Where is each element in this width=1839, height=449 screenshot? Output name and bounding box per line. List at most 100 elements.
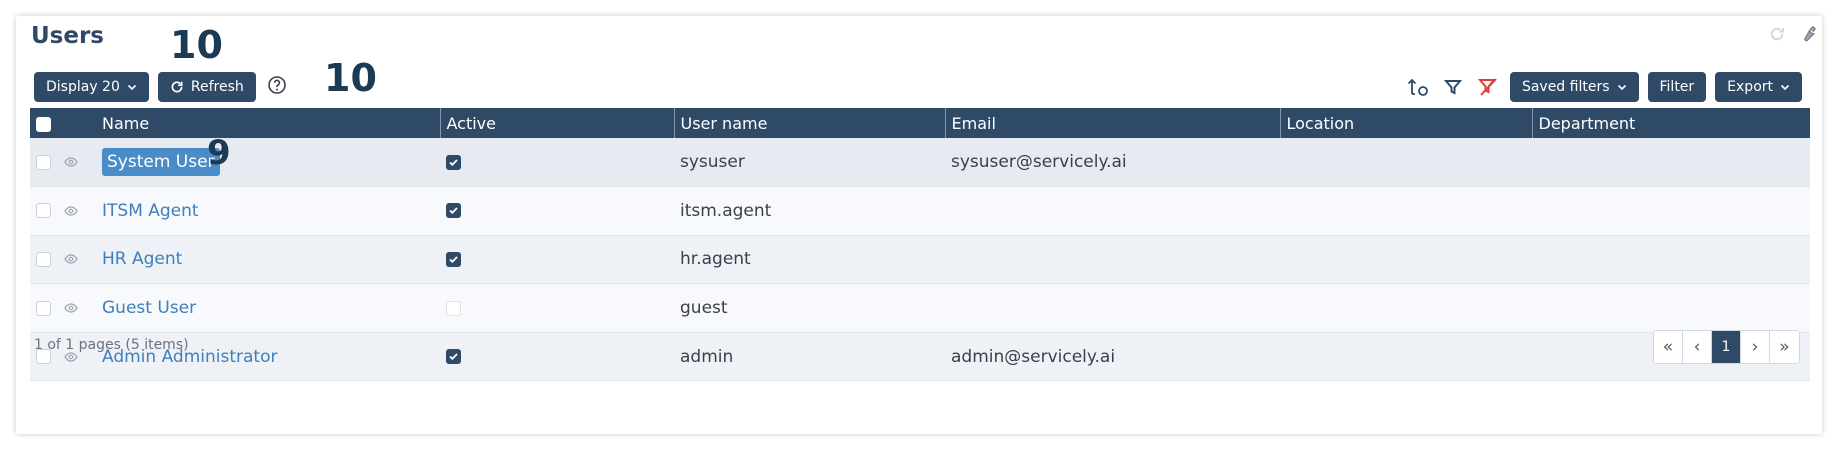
active-checkbox-unchecked — [446, 300, 461, 316]
row-checkbox[interactable] — [36, 154, 51, 170]
annotation-row-marker: 9 — [207, 133, 231, 173]
sort-icon[interactable] — [1405, 72, 1431, 102]
department-cell — [1532, 284, 1810, 333]
annotation-help-count: 10 — [324, 56, 377, 100]
column-header-active[interactable]: Active — [440, 108, 675, 138]
page-title: Users — [31, 23, 104, 49]
filter-icon[interactable] — [1440, 72, 1466, 102]
row-preview-cell — [58, 235, 96, 284]
export-button[interactable]: Export — [1715, 72, 1802, 102]
refresh-label: Refresh — [190, 79, 244, 95]
username-cell: itsm.agent — [680, 200, 772, 221]
saved-filters-label: Saved filters — [1521, 79, 1610, 95]
email-cell: sysuser@servicely.ai — [951, 152, 1127, 173]
department-cell — [1532, 187, 1810, 236]
username-cell: guest — [680, 298, 728, 319]
column-header-department[interactable]: Department — [1532, 108, 1810, 138]
first-page-button[interactable]: « — [1654, 331, 1683, 363]
email-cell: admin@servicely.ai — [951, 346, 1116, 367]
chevron-down-icon — [1617, 82, 1627, 92]
email-cell — [945, 235, 1280, 284]
row-preview-cell — [58, 187, 96, 236]
column-header-name[interactable]: Name — [96, 108, 441, 138]
export-label: Export — [1727, 79, 1773, 95]
eye-icon[interactable] — [64, 152, 78, 172]
column-header-email[interactable]: Email — [945, 108, 1281, 138]
location-cell — [1280, 235, 1532, 284]
column-header-location[interactable]: Location — [1280, 108, 1533, 138]
table-row[interactable]: ITSM Agent itsm.agent — [30, 186, 1810, 236]
username-cell: hr.agent — [680, 249, 751, 270]
table-row[interactable]: System User sysuser sysuser@servicely.ai — [30, 138, 1810, 187]
refresh-icon — [170, 80, 184, 94]
reload-icon[interactable] — [1768, 25, 1786, 43]
panel-corner-tools — [1768, 24, 1818, 44]
select-all-cell — [30, 108, 58, 138]
active-cell — [440, 235, 674, 284]
table-row[interactable]: HR Agent hr.agent — [30, 235, 1810, 284]
row-select-cell — [30, 187, 58, 236]
location-cell — [1280, 284, 1532, 333]
active-checkbox-checked — [446, 203, 461, 219]
row-preview-cell — [58, 284, 96, 333]
eye-icon[interactable] — [64, 249, 78, 269]
preview-header-cell — [58, 108, 96, 138]
users-table: Name Active User name Email Location Dep… — [30, 108, 1810, 381]
table-row[interactable]: Guest User guest — [30, 283, 1810, 333]
saved-filters-button[interactable]: Saved filters — [1509, 72, 1639, 102]
name-cell: HR Agent — [96, 235, 440, 284]
row-checkbox[interactable] — [36, 251, 51, 267]
last-page-button[interactable]: » — [1770, 331, 1799, 363]
active-checkbox-checked — [446, 349, 461, 365]
name-cell: System User — [96, 138, 440, 187]
row-select-cell — [30, 235, 58, 284]
toolbar-right: Saved filters Filter Export — [1405, 72, 1802, 102]
name-cell: ITSM Agent — [96, 187, 440, 236]
table-body: System User sysuser sysuser@servicely.ai IT… — [30, 138, 1810, 381]
previous-page-button[interactable]: ‹ — [1683, 331, 1712, 363]
user-name-link[interactable]: ITSM Agent — [102, 201, 199, 221]
pagination-summary: 1 of 1 pages (5 items) — [34, 337, 189, 353]
active-cell — [440, 138, 674, 187]
select-all-checkbox[interactable] — [36, 116, 51, 132]
annotation-refresh-count: 10 — [170, 23, 223, 67]
active-cell — [440, 284, 674, 333]
toolbar-left: Display 20 Refresh — [34, 72, 287, 102]
eye-icon[interactable] — [64, 201, 78, 221]
user-name-link[interactable]: Guest User — [102, 298, 196, 318]
active-cell — [440, 187, 674, 236]
email-cell — [945, 284, 1280, 333]
pagination: « ‹ 1 › » — [1653, 330, 1800, 364]
row-checkbox[interactable] — [36, 300, 51, 316]
department-cell — [1532, 138, 1810, 187]
table-header-row: Name Active User name Email Location Dep… — [30, 108, 1810, 138]
user-name-link[interactable]: HR Agent — [102, 249, 182, 269]
users-panel: Users Display 20 Refresh 10 10 Saved fil… — [16, 16, 1822, 434]
filter-button[interactable]: Filter — [1647, 72, 1707, 102]
table-row[interactable]: Admin Administrator admin admin@servicely.… — [30, 332, 1810, 381]
row-checkbox[interactable] — [36, 203, 51, 219]
display-count-button[interactable]: Display 20 — [34, 72, 149, 102]
active-cell — [440, 332, 674, 381]
wrench-icon[interactable] — [1798, 24, 1818, 44]
email-cell — [945, 187, 1280, 236]
username-cell: admin — [680, 346, 734, 367]
help-icon[interactable] — [267, 75, 287, 99]
row-preview-cell — [58, 138, 96, 187]
username-cell: sysuser — [680, 152, 745, 173]
refresh-button[interactable]: Refresh — [157, 72, 256, 102]
row-select-cell — [30, 138, 58, 187]
user-name-link[interactable]: System User — [102, 148, 220, 177]
column-header-username[interactable]: User name — [674, 108, 946, 138]
location-cell — [1280, 138, 1532, 187]
display-count-label: Display 20 — [46, 79, 120, 95]
location-cell — [1280, 187, 1532, 236]
current-page-button[interactable]: 1 — [1712, 331, 1741, 363]
location-cell — [1280, 332, 1532, 381]
clear-filter-icon[interactable] — [1475, 72, 1501, 102]
active-checkbox-checked — [446, 251, 461, 267]
next-page-button[interactable]: › — [1741, 331, 1770, 363]
active-checkbox-checked — [446, 154, 461, 170]
name-cell: Guest User — [96, 284, 440, 333]
eye-icon[interactable] — [64, 298, 78, 318]
